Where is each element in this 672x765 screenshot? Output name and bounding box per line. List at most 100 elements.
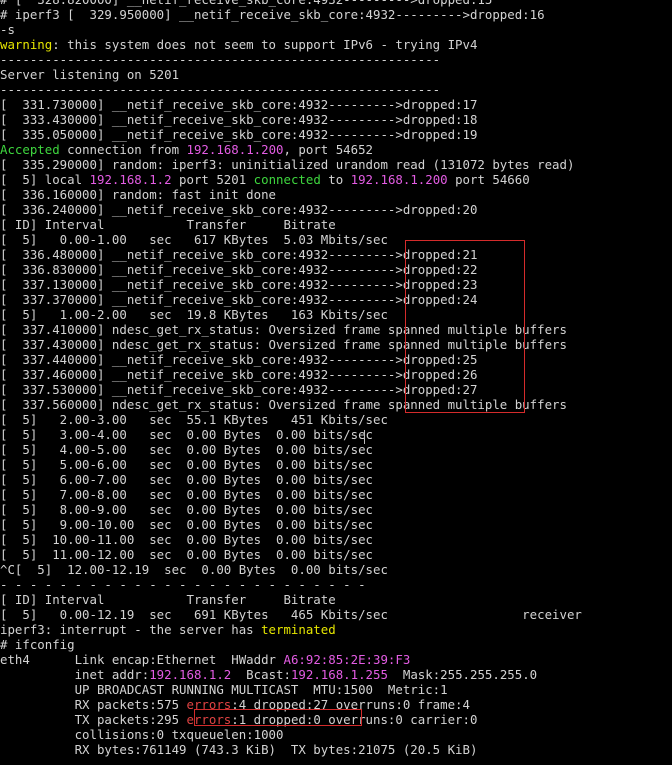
terminal-text: RX packets:575 <box>0 697 187 712</box>
terminal-line: [ 337.530000] __netif_receive_skb_core:4… <box>0 382 672 397</box>
terminal-text-magenta: 192.168.1.200 <box>186 142 284 157</box>
terminal-text-yellow: warning <box>0 37 53 52</box>
terminal-text-magenta: 192.168.1.200 <box>350 172 448 187</box>
terminal-text-magenta: 192.168.1.2 <box>149 667 232 682</box>
terminal-line: Server listening on 5201 <box>0 67 672 82</box>
terminal-text: [ ID] Interval Transfer Bitrate <box>0 217 336 232</box>
terminal-line: [ 337.430000] ndesc_get_rx_status: Overs… <box>0 337 672 352</box>
terminal-text: [ 5] 10.00-11.00 sec 0.00 Bytes 0.00 bit… <box>0 532 373 547</box>
terminal-text: , port 54652 <box>283 142 374 157</box>
terminal-line: -s <box>0 22 672 37</box>
terminal-text: [ 331.730000] __netif_receive_skb_core:4… <box>0 97 478 112</box>
terminal-text: [ 335.050000] __netif_receive_skb_core:4… <box>0 127 478 142</box>
terminal-line: UP BROADCAST RUNNING MULTICAST MTU:1500 … <box>0 682 672 697</box>
terminal-text: [ 5] 7.00-8.00 sec 0.00 Bytes 0.00 bits/… <box>0 487 373 502</box>
terminal-line: [ 337.410000] ndesc_get_rx_status: Overs… <box>0 322 672 337</box>
terminal-line: [ 5] 2.00-3.00 sec 55.1 KBytes 451 Kbits… <box>0 412 672 427</box>
terminal-text: [ 337.410000] ndesc_get_rx_status: Overs… <box>0 322 567 337</box>
terminal-line: warning: this system does not seem to su… <box>0 37 672 52</box>
terminal-line: RX bytes:761149 (743.3 KiB) TX bytes:210… <box>0 742 672 757</box>
terminal-line: [ 5] 7.00-8.00 sec 0.00 Bytes 0.00 bits/… <box>0 487 672 502</box>
terminal-text: [ 5] 5.00-6.00 sec 0.00 Bytes 0.00 bits/… <box>0 457 373 472</box>
terminal-text: [ 5] 1.00-2.00 sec 19.8 KBytes 163 Kbits… <box>0 307 388 322</box>
terminal-line: [ 337.460000] __netif_receive_skb_core:4… <box>0 367 672 382</box>
terminal-text: ----------------------------------------… <box>0 52 441 67</box>
terminal-line: [ 335.050000] __netif_receive_skb_core:4… <box>0 127 672 142</box>
terminal-line: [ 5] 8.00-9.00 sec 0.00 Bytes 0.00 bits/… <box>0 502 672 517</box>
terminal-text: [ 5] 0.00-1.00 sec 617 KBytes 5.03 Mbits… <box>0 232 388 247</box>
terminal-text: [ 5] 9.00-10.00 sec 0.00 Bytes 0.00 bits… <box>0 517 373 532</box>
terminal-line: Accepted connection from 192.168.1.200, … <box>0 142 672 157</box>
terminal-line: collisions:0 txqueuelen:1000 <box>0 727 672 742</box>
terminal-line: [ 337.560000] ndesc_get_rx_status: Overs… <box>0 397 672 412</box>
terminal-text: Server listening on 5201 <box>0 67 180 82</box>
terminal-text-magenta: 192.168.1.2 <box>89 172 172 187</box>
terminal-text: inet addr: <box>0 667 150 682</box>
terminal-line: [ 335.290000] random: iperf3: uninitiali… <box>0 157 672 172</box>
terminal-text: RX bytes:761149 (743.3 KiB) TX bytes:210… <box>0 742 478 757</box>
terminal-text: TX packets:295 <box>0 712 187 727</box>
terminal-line: # [ 328.820000] __netif_receive_skb_core… <box>0 0 672 7</box>
terminal-text: port 54660 <box>447 172 530 187</box>
terminal-text: [ 333.430000] __netif_receive_skb_core:4… <box>0 112 478 127</box>
terminal-line: [ 336.830000] __netif_receive_skb_core:4… <box>0 262 672 277</box>
terminal-text: [ 337.430000] ndesc_get_rx_status: Overs… <box>0 337 567 352</box>
terminal-text-yellow: terminated <box>261 622 336 637</box>
terminal-text: collisions:0 txqueuelen:1000 <box>0 727 284 742</box>
terminal-line: [ 5] 0.00-12.19 sec 691 KBytes 465 Kbits… <box>0 607 672 622</box>
terminal-text: [ 5] 8.00-9.00 sec 0.00 Bytes 0.00 bits/… <box>0 502 373 517</box>
terminal-text: UP BROADCAST RUNNING MULTICAST MTU:1500 … <box>0 682 448 697</box>
terminal-text: [ 337.530000] __netif_receive_skb_core:4… <box>0 382 478 397</box>
terminal-line: iperf3: interrupt - the server has termi… <box>0 622 672 637</box>
terminal-line: # iperf3 [ 329.950000] __netif_receive_s… <box>0 7 672 22</box>
terminal-text: [ 336.160000] random: fast init done <box>0 187 277 202</box>
terminal-line: [ 5] 1.00-2.00 sec 19.8 KBytes 163 Kbits… <box>0 307 672 322</box>
terminal-line: [ 337.370000] __netif_receive_skb_core:4… <box>0 292 672 307</box>
terminal-line: ^C[ 5] 12.00-12.19 sec 0.00 Bytes 0.00 b… <box>0 562 672 577</box>
terminal-text: [ 5] 6.00-7.00 sec 0.00 Bytes 0.00 bits/… <box>0 472 373 487</box>
terminal-text: [ 337.560000] ndesc_get_rx_status: Overs… <box>0 397 567 412</box>
terminal-text: [ 5] 2.00-3.00 sec 55.1 KBytes 451 Kbits… <box>0 412 388 427</box>
terminal-text: [ 337.130000] __netif_receive_skb_core:4… <box>0 277 478 292</box>
terminal-line: [ 337.130000] __netif_receive_skb_core:4… <box>0 277 672 292</box>
terminal-line: [ 333.430000] __netif_receive_skb_core:4… <box>0 112 672 127</box>
terminal-text-magenta: 192.168.1.255 <box>290 667 388 682</box>
terminal-line: [ 5] local 192.168.1.2 port 5201 connect… <box>0 172 672 187</box>
terminal-text-red: errors <box>186 712 232 727</box>
terminal-line: RX packets:575 errors:4 dropped:27 overr… <box>0 697 672 712</box>
terminal-text: [ 5] 11.00-12.00 sec 0.00 Bytes 0.00 bit… <box>0 547 373 562</box>
terminal-text: [ 336.240000] __netif_receive_skb_core:4… <box>0 202 478 217</box>
terminal-text: # ifconfig <box>0 637 75 652</box>
terminal-line: [ 336.480000] __netif_receive_skb_core:4… <box>0 247 672 262</box>
terminal-line: [ 337.440000] __netif_receive_skb_core:4… <box>0 352 672 367</box>
terminal-text: -s <box>0 22 15 37</box>
terminal-text: # iperf3 [ 329.950000] __netif_receive_s… <box>0 7 545 22</box>
terminal-text: - - - - - - - - - - - - - - - - - - - - … <box>0 577 366 592</box>
terminal-line: [ 5] 3.00-4.00 sec 0.00 Bytes 0.00 bits/… <box>0 427 672 442</box>
terminal-text: iperf3: interrupt - the server has <box>0 622 262 637</box>
terminal-line: [ 331.730000] __netif_receive_skb_core:4… <box>0 97 672 112</box>
terminal-text: [ 336.480000] __netif_receive_skb_core:4… <box>0 247 478 262</box>
terminal-text: ^C[ 5] 12.00-12.19 sec 0.00 Bytes 0.00 b… <box>0 562 388 577</box>
terminal-line: eth4 Link encap:Ethernet HWaddr A6:92:85… <box>0 652 672 667</box>
terminal-text: eth4 Link encap:Ethernet HWaddr <box>0 652 284 667</box>
terminal-text: : this system does not seem to support I… <box>52 37 478 52</box>
terminal-text: port 5201 <box>171 172 254 187</box>
terminal-text: [ 5] local <box>0 172 90 187</box>
terminal-text: [ 5] 0.00-12.19 sec 691 KBytes 465 Kbits… <box>0 607 582 622</box>
terminal-output[interactable]: # [ 328.820000] __netif_receive_skb_core… <box>0 0 672 757</box>
terminal-line: - - - - - - - - - - - - - - - - - - - - … <box>0 577 672 592</box>
terminal-line: [ 5] 0.00-1.00 sec 617 KBytes 5.03 Mbits… <box>0 232 672 247</box>
terminal-text-red: errors <box>186 697 232 712</box>
terminal-line: [ 5] 11.00-12.00 sec 0.00 Bytes 0.00 bit… <box>0 547 672 562</box>
terminal-text: [ 336.830000] __netif_receive_skb_core:4… <box>0 262 478 277</box>
terminal-line: ----------------------------------------… <box>0 52 672 67</box>
terminal-text: ----------------------------------------… <box>0 82 441 97</box>
terminal-text: [ 337.460000] __netif_receive_skb_core:4… <box>0 367 478 382</box>
terminal-line: [ 5] 10.00-11.00 sec 0.00 Bytes 0.00 bit… <box>0 532 672 547</box>
terminal-line: [ ID] Interval Transfer Bitrate <box>0 217 672 232</box>
terminal-text: :4 dropped:27 overruns:0 frame:4 <box>231 697 470 712</box>
terminal-text-magenta: A6:92:85:2E:39:F3 <box>283 652 411 667</box>
terminal-text: Mask:255.255.255.0 <box>387 667 538 682</box>
terminal-line: [ 5] 6.00-7.00 sec 0.00 Bytes 0.00 bits/… <box>0 472 672 487</box>
